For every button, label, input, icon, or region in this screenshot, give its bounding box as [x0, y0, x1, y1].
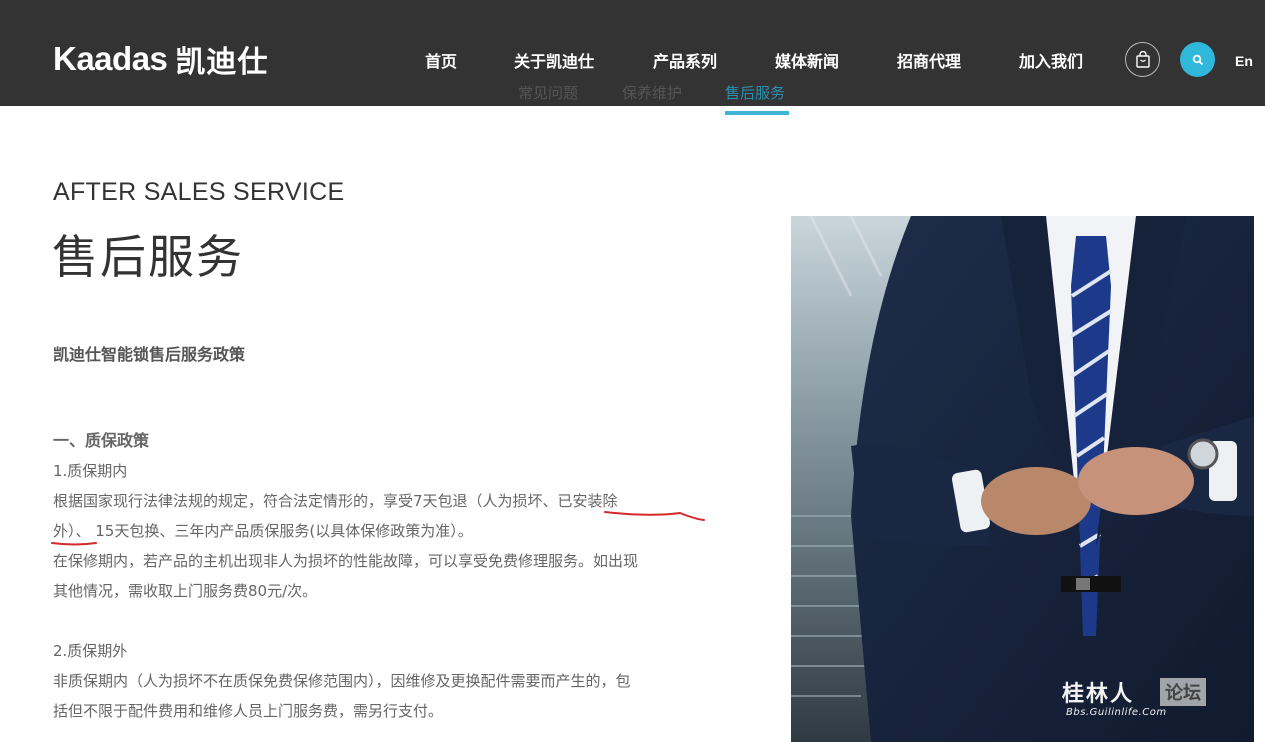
- policy-title: 凯迪仕智能锁售后服务政策: [53, 345, 246, 364]
- nav-item-products[interactable]: 产品系列: [653, 48, 717, 72]
- paragraph-line: 外）、 15天包换、三年内产品质保服务(以具体保修政策为准）。: [53, 522, 473, 540]
- nav-item-home[interactable]: 首页: [425, 48, 457, 72]
- nav-item-news[interactable]: 媒体新闻: [775, 48, 839, 72]
- nav-item-about[interactable]: 关于凯迪仕: [514, 48, 594, 72]
- subheading-in-warranty: 1.质保期内: [53, 462, 128, 480]
- shopping-bag-icon: [1135, 50, 1150, 68]
- page-title: 售后服务: [52, 230, 244, 284]
- nav-item-franchise[interactable]: 招商代理: [897, 48, 961, 72]
- watermark-name: 桂林人: [1062, 682, 1135, 707]
- businessman-photo: [791, 216, 1254, 742]
- section-heading-warranty: 一、质保政策: [53, 431, 150, 450]
- nav-item-join-us[interactable]: 加入我们: [1019, 48, 1083, 72]
- logo-text-latin: Kaadas: [53, 40, 168, 77]
- subnav-after-sales[interactable]: 售后服务: [725, 82, 785, 103]
- cart-button[interactable]: [1125, 42, 1160, 77]
- paragraph-line: 在保修期内，若产品的主机出现非人为损坏的性能故障，可以享受免费修理服务。如出现: [53, 552, 639, 570]
- language-switch[interactable]: En: [1235, 53, 1253, 69]
- subnav-faq[interactable]: 常见问题: [518, 82, 578, 103]
- paragraph-line: 其他情况，需收取上门服务费80元/次。: [53, 582, 318, 600]
- kaadas-logo[interactable]: Kaadas 凯迪仕: [53, 40, 269, 80]
- paragraph-line: 非质保期内（人为损坏不在质保免费保修范围内），因维修及更换配件需要而产生的，包: [53, 672, 631, 690]
- paragraph-line: 根据国家现行法律法规的规定，符合法定情形的，享受7天包退（人为损坏、已安装除: [53, 492, 618, 510]
- subheading-out-of-warranty: 2.质保期外: [53, 642, 128, 660]
- page-eyebrow: AFTER SALES SERVICE: [53, 178, 345, 206]
- watermark-tag: 论坛: [1160, 678, 1206, 706]
- subnav-maintenance[interactable]: 保养维护: [622, 82, 682, 103]
- search-icon: [1192, 54, 1203, 65]
- search-button[interactable]: [1180, 42, 1215, 77]
- watermark-url: Bbs.Guilinlife.Com: [1066, 707, 1167, 718]
- active-subnav-indicator: [725, 111, 789, 115]
- logo-text-cjk: 凯迪仕: [175, 45, 269, 80]
- paragraph-line: 括但不限于配件费用和维修人员上门服务费，需另行支付。: [53, 702, 444, 720]
